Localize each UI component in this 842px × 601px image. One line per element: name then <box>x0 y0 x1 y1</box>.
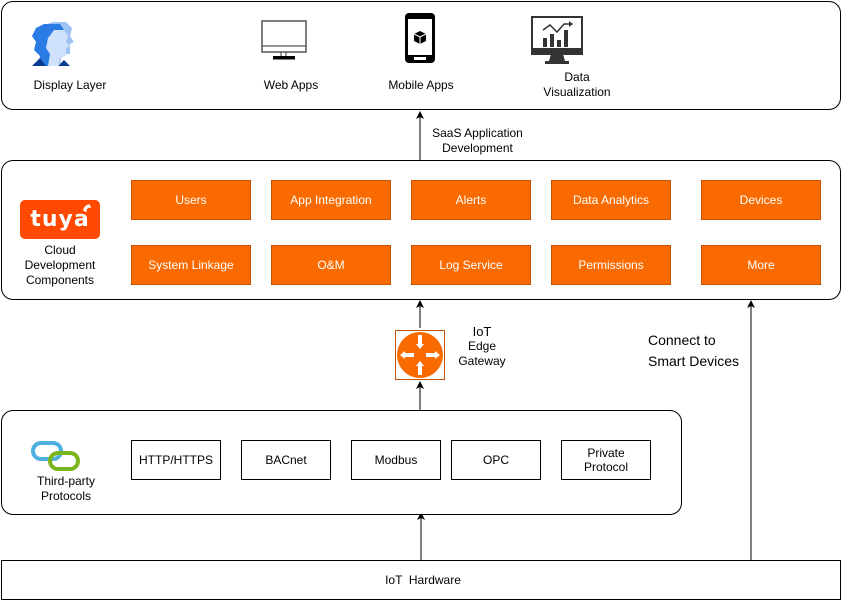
smart-devices-line2: Smart Devices <box>648 353 740 369</box>
display-layer-label: Display Layer <box>33 78 107 92</box>
gateway-label: IoT Edge Gateway <box>452 324 512 369</box>
component-data-analytics[interactable]: Data Analytics <box>551 180 671 220</box>
display-layer-icon <box>32 20 80 68</box>
component-permissions[interactable]: Permissions <box>551 245 671 285</box>
component-log-service[interactable]: Log Service <box>411 245 531 285</box>
saas-development-label: SaaS Application Development <box>420 126 535 156</box>
smartphone-icon <box>404 12 436 64</box>
data-visualization-icon <box>531 16 583 64</box>
cloud-line1: Cloud <box>44 243 76 257</box>
private-line1: Private <box>587 446 625 460</box>
protocols-line1: Third-party <box>36 474 95 488</box>
protocol-opc[interactable]: OPC <box>451 440 541 480</box>
protocols-line2: Protocols <box>40 489 92 503</box>
link-chain-icon <box>30 440 82 472</box>
mobile-apps-label: Mobile Apps <box>388 78 454 92</box>
component-more[interactable]: More <box>701 245 821 285</box>
component-om[interactable]: O&M <box>271 245 391 285</box>
tuya-logo-text: tuya <box>30 207 90 232</box>
smart-devices-label: Connect to Smart Devices <box>648 330 739 372</box>
protocol-bacnet[interactable]: BACnet <box>241 440 331 480</box>
cloud-line2: Development <box>24 258 96 272</box>
protocol-modbus[interactable]: Modbus <box>351 440 441 480</box>
component-users[interactable]: Users <box>131 180 251 220</box>
data-visualization-label: Data Visualization <box>527 70 627 100</box>
saas-line1: SaaS Application <box>432 126 523 140</box>
data-visualization-line2: Visualization <box>543 85 611 99</box>
component-alerts[interactable]: Alerts <box>411 180 531 220</box>
iot-hardware-label: IoT Hardware <box>385 573 461 587</box>
private-line2: Protocol <box>583 460 629 474</box>
cloud-line3: Components <box>25 273 95 287</box>
tuya-logo: tuya <box>20 200 100 239</box>
smart-devices-line1: Connect to <box>648 332 716 348</box>
gateway-router-icon <box>395 330 445 380</box>
data-visualization-line1: Data <box>564 70 590 84</box>
web-apps-label: Web Apps <box>263 78 319 92</box>
protocol-http[interactable]: HTTP/HTTPS <box>131 440 221 480</box>
gateway-line2: Edge <box>467 339 497 353</box>
monitor-icon <box>260 20 308 60</box>
gateway-line1: IoT <box>472 324 492 339</box>
third-party-protocols-label: Third-party Protocols <box>16 474 116 504</box>
wifi-icon <box>83 204 92 213</box>
component-app-integration[interactable]: App Integration <box>271 180 391 220</box>
component-devices[interactable]: Devices <box>701 180 821 220</box>
saas-line2: Development <box>442 141 513 155</box>
gateway-line3: Gateway <box>458 354 506 368</box>
cloud-components-label: Cloud Development Components <box>10 243 110 288</box>
component-system-linkage[interactable]: System Linkage <box>131 245 251 285</box>
protocol-private[interactable]: Private Protocol <box>561 440 651 480</box>
